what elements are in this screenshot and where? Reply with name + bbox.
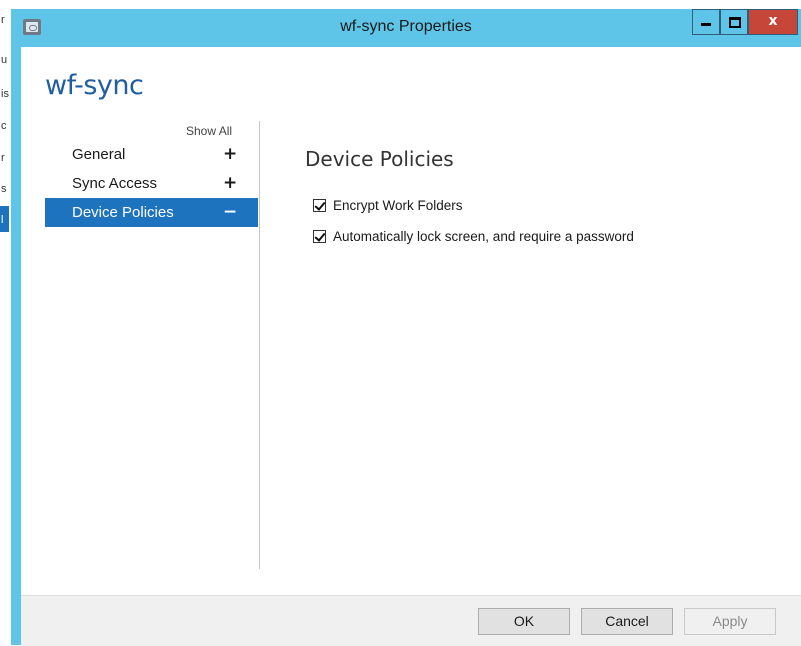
checkbox-label: Encrypt Work Folders [333, 198, 463, 213]
dialog-heading: wf-sync [45, 70, 144, 101]
lock-screen-checkbox[interactable] [313, 230, 326, 243]
show-all-link[interactable]: Show All [186, 124, 232, 138]
minimize-button[interactable] [692, 9, 720, 35]
nav-item-label: Sync Access [72, 175, 158, 192]
checkbox-label: Automatically lock screen, and require a… [333, 229, 634, 244]
background-text: r [1, 152, 5, 164]
nav-item-label: Device Policies [72, 204, 174, 221]
divider [259, 121, 260, 569]
window-title: wf-sync Properties [340, 18, 472, 35]
close-icon: x [768, 13, 778, 29]
nav-item-general[interactable]: General + [45, 140, 258, 169]
cancel-button[interactable]: Cancel [581, 608, 673, 635]
nav-item-device-policies[interactable]: Device Policies − [45, 198, 258, 227]
nav-item-label: General [72, 146, 126, 163]
background-text: is [1, 88, 9, 100]
background-window-edge: r u is c r s l [0, 0, 11, 645]
background-text: c [1, 120, 7, 132]
background-text: l [1, 214, 4, 226]
expand-icon[interactable]: + [223, 144, 237, 164]
encrypt-work-folders-checkbox[interactable] [313, 199, 326, 212]
background-text: s [1, 183, 7, 195]
ok-button[interactable]: OK [478, 608, 570, 635]
collapse-icon[interactable]: − [223, 202, 237, 222]
button-bar: OK Cancel Apply [21, 595, 801, 646]
nav-item-sync-access[interactable]: Sync Access + [45, 169, 258, 198]
title-bar[interactable]: wf-sync Properties x [11, 9, 801, 47]
apply-button[interactable]: Apply [684, 608, 776, 635]
dialog-content: wf-sync Show All General + Sync Access +… [21, 47, 801, 646]
background-text: r [1, 14, 5, 26]
expand-icon[interactable]: + [223, 173, 237, 193]
maximize-button[interactable] [720, 9, 748, 35]
close-button[interactable]: x [748, 9, 798, 35]
properties-window: wf-sync Properties x wf-sync Show All Ge… [11, 9, 801, 646]
section-title: Device Policies [305, 147, 454, 171]
background-text: u [1, 54, 8, 66]
